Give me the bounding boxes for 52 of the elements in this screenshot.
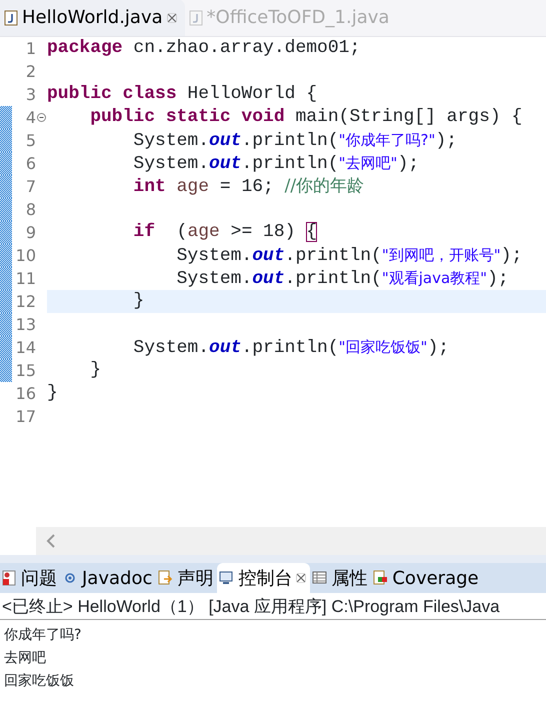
line-number: 10: [14, 245, 36, 267]
view-tab[interactable]: 控制台: [217, 563, 310, 593]
java-file-icon: [188, 10, 203, 26]
line-number: 9: [24, 222, 36, 244]
line-number: 2: [24, 61, 36, 83]
line-number: 17: [14, 406, 36, 428]
close-icon: [296, 573, 306, 583]
code-line: System.out.println("你成年了吗?");: [132, 130, 458, 152]
code-line: System.out.println("去网吧");: [132, 153, 420, 175]
line-number: 7: [24, 176, 36, 198]
chevron-left-icon: [46, 534, 56, 548]
view-tab[interactable]: Javadoc: [61, 563, 156, 593]
code-line: public static void main(String[] args) {: [89, 106, 524, 129]
table-icon: [312, 570, 328, 586]
line-number: 15: [14, 360, 36, 382]
close-icon: [166, 12, 177, 22]
code-line: System.out.println("到网吧，开账号");: [176, 245, 524, 267]
problems-icon: [2, 570, 17, 586]
editor-tab[interactable]: HelloWorld.java: [0, 0, 185, 36]
line-number: 5: [24, 130, 36, 152]
line-number: 6: [24, 153, 36, 175]
coverage-icon: [373, 570, 388, 586]
view-tab[interactable]: Coverage: [371, 563, 483, 593]
declaration-icon: [158, 570, 174, 586]
code-line: if (age >= 18) {: [132, 221, 318, 244]
collapse-icon[interactable]: [37, 113, 46, 122]
java-file-icon: [4, 10, 18, 26]
horizontal-scrollbar[interactable]: [36, 527, 546, 555]
view-tab[interactable]: 声明: [156, 563, 218, 593]
code-line: }: [89, 359, 102, 382]
code-line: System.out.println("观看java教程");: [176, 268, 510, 290]
line-number: 12: [14, 291, 36, 313]
console-output-line: 你成年了吗?: [3, 626, 82, 645]
line-number: 4: [24, 107, 36, 129]
console-header: <已终止> HelloWorld（1） [Java 应用程序] C:\Program Files\Java: [0, 593, 546, 620]
view-tab[interactable]: 属性: [310, 563, 372, 593]
view-tab[interactable]: 问题: [0, 563, 61, 593]
line-number: 14: [14, 337, 36, 359]
line-number: 8: [24, 199, 36, 221]
code-line: }: [47, 382, 59, 405]
code-line: System.out.println("回家吃饭饭");: [132, 337, 450, 359]
console-output-line: 回家吃饭饭: [3, 672, 75, 691]
line-number: 11: [14, 268, 36, 290]
code-line: int age = 16; //你的年龄: [132, 175, 366, 198]
code-line: public class HelloWorld {: [47, 83, 318, 106]
monitor-icon: [219, 570, 234, 586]
line-number: 3: [24, 84, 36, 106]
code-line: package cn.zhao.array.demo01;: [47, 37, 362, 60]
line-number: 13: [14, 314, 36, 336]
line-number: 16: [14, 383, 36, 405]
console-output-line: 去网吧: [3, 649, 47, 668]
line-number: 1: [24, 38, 36, 60]
